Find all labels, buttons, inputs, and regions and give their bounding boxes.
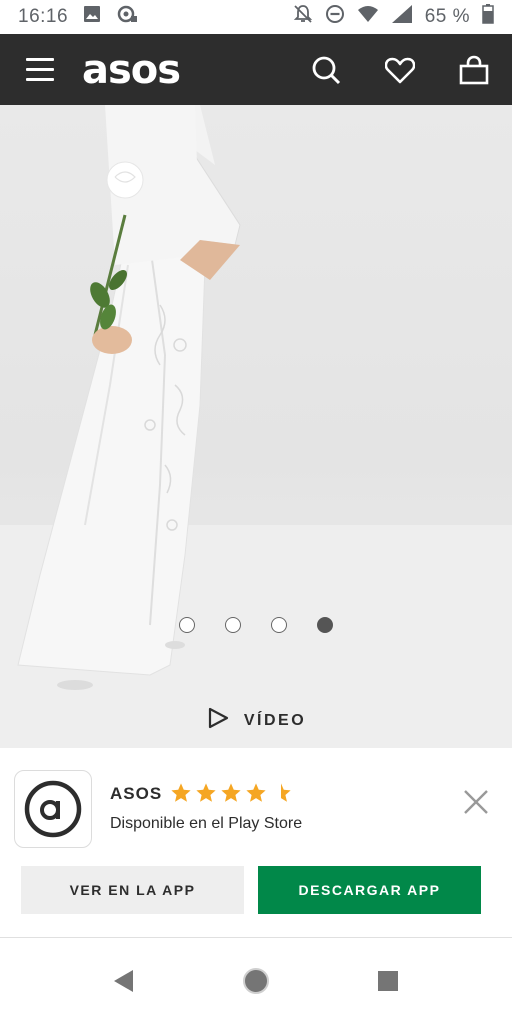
product-image[interactable] xyxy=(0,105,512,693)
home-icon[interactable] xyxy=(236,961,276,1001)
close-icon[interactable] xyxy=(460,786,492,818)
carousel-dot-2[interactable] xyxy=(225,617,241,633)
carousel-dot-3[interactable] xyxy=(271,617,287,633)
system-nav-bar xyxy=(0,938,512,1024)
carousel-dot-4[interactable] xyxy=(317,617,333,633)
app-install-banner: ASOS Disponible en el Play Store VER EN … xyxy=(0,748,512,938)
product-photo xyxy=(0,105,512,693)
asos-a-logo-icon xyxy=(14,770,92,848)
back-icon[interactable] xyxy=(104,961,144,1001)
sync-icon xyxy=(116,4,138,30)
brand-logo[interactable]: asos xyxy=(82,50,181,90)
play-icon xyxy=(206,706,230,735)
battery-icon xyxy=(482,4,494,30)
carousel-dots xyxy=(0,617,512,633)
video-label: VÍDEO xyxy=(243,711,307,729)
recents-icon[interactable] xyxy=(368,961,408,1001)
heart-icon[interactable] xyxy=(384,54,416,86)
half-star-icon xyxy=(281,783,291,802)
menu-icon[interactable] xyxy=(26,55,56,85)
status-time: 16:16 xyxy=(18,6,69,27)
signal-icon xyxy=(391,4,413,30)
star-icon xyxy=(246,783,266,802)
wifi-icon xyxy=(357,5,379,29)
star-icon xyxy=(196,783,216,802)
download-app-button[interactable]: DESCARGAR APP xyxy=(258,866,481,914)
star-rating xyxy=(170,782,292,804)
star-icon xyxy=(221,783,241,802)
battery-percent: 65 % xyxy=(424,6,470,27)
video-button[interactable]: VÍDEO xyxy=(0,693,512,748)
view-in-app-button[interactable]: VER EN LA APP xyxy=(21,866,244,914)
notifications-off-icon xyxy=(293,4,313,30)
do-not-disturb-icon xyxy=(325,4,345,30)
app-name: ASOS xyxy=(110,784,163,803)
star-icon xyxy=(171,783,191,802)
bag-icon[interactable] xyxy=(458,54,490,86)
status-bar: 16:16 65 % xyxy=(0,0,512,34)
search-icon[interactable] xyxy=(310,54,342,86)
app-header: asos xyxy=(0,34,512,105)
carousel-dot-1[interactable] xyxy=(179,617,195,633)
app-subtitle: Disponible en el Play Store xyxy=(110,815,303,832)
image-icon xyxy=(82,4,102,30)
